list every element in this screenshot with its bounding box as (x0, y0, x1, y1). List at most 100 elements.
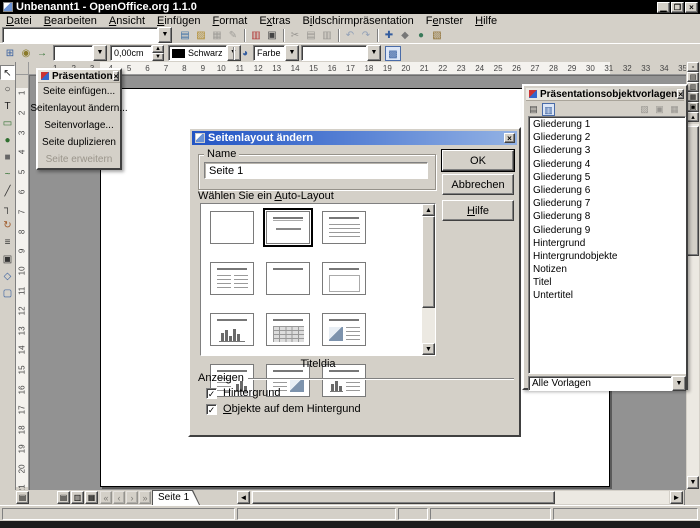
toolbox-item[interactable]: Seitenvorlage... (38, 117, 120, 134)
style-list-item[interactable]: Untertitel (531, 290, 685, 303)
url-dropdown-icon[interactable]: ▼ (158, 27, 172, 43)
style-list-item[interactable]: Gliederung 1 (531, 119, 685, 132)
style-list-item[interactable]: Gliederung 5 (531, 172, 685, 185)
style-list-item[interactable]: Notizen (531, 264, 685, 277)
fill-format-mode-icon[interactable]: ▨ (638, 103, 651, 116)
styles-panel-close-icon[interactable]: × (677, 89, 684, 99)
select-icon[interactable]: ↖ (0, 65, 15, 80)
ok-button[interactable]: OK (442, 150, 514, 171)
redo-icon[interactable]: ↷ (358, 28, 374, 43)
dialog-close-icon[interactable]: × (504, 133, 515, 143)
gallery-icon[interactable]: ▧ (429, 28, 445, 43)
menu-item[interactable]: Format (206, 14, 253, 27)
rectangle-icon[interactable]: ▭ (0, 116, 15, 131)
style-list-item[interactable]: Titel (531, 277, 685, 290)
horizontal-scrollbar-thumb[interactable] (252, 491, 555, 504)
drawing-view-icon[interactable]: ▤ (57, 491, 70, 504)
background-objects-checkbox[interactable]: ✓ (206, 404, 217, 415)
layout-title-spreadsheet[interactable] (263, 310, 313, 349)
vertical-scrollbar-thumb[interactable] (687, 126, 699, 256)
text-icon[interactable]: T (0, 99, 15, 114)
first-page-icon[interactable]: « (100, 491, 112, 504)
menu-item[interactable]: Bearbeiten (38, 14, 103, 27)
glue-points-icon[interactable]: ◉ (18, 46, 34, 61)
menu-item[interactable]: Fenster (420, 14, 469, 27)
fill-type-value[interactable]: Farbe (253, 45, 285, 61)
new-presentation-icon[interactable]: ▤ (177, 28, 193, 43)
last-page-icon[interactable]: » (139, 491, 151, 504)
layout-title-chart[interactable] (207, 310, 257, 349)
toolbox-item[interactable]: Seitenlayout ändern... (38, 100, 120, 117)
layout-title-box[interactable] (319, 259, 369, 298)
arrange-icon[interactable]: ▣ (0, 252, 15, 267)
presentation-box-icon[interactable]: ▢ (0, 286, 15, 301)
style-list-item[interactable]: Gliederung 9 (531, 225, 685, 238)
cancel-button[interactable]: Abbrechen (442, 174, 514, 195)
navigator-icon[interactable]: ✚ (381, 28, 397, 43)
background-checkbox[interactable]: ✓ (206, 388, 217, 399)
previous-page-icon[interactable]: ‹ (113, 491, 125, 504)
menu-item[interactable]: Hilfe (469, 14, 503, 27)
toolbox-title-bar[interactable]: Präsentation × (38, 70, 120, 83)
line-color-value[interactable]: Schwarz (168, 45, 227, 61)
corner-box-icon[interactable]: ▫ (687, 62, 699, 72)
close-button[interactable]: × (685, 2, 698, 13)
page-tab[interactable]: Seite 1 (152, 490, 200, 505)
float-button[interactable]: ❐ (671, 2, 684, 13)
save-document-icon[interactable]: ▦ (209, 28, 225, 43)
scroll-down-icon[interactable]: ▼ (687, 476, 699, 489)
zoom-icon[interactable]: ○ (0, 82, 15, 97)
export-pdf-icon[interactable]: ▥ (248, 28, 264, 43)
new-style-from-selection-icon[interactable]: ▣ (653, 103, 666, 116)
minimize-button[interactable]: ▁ (657, 2, 670, 13)
edit-points-icon[interactable]: ⊞ (2, 46, 18, 61)
menu-item[interactable]: Extras (253, 14, 296, 27)
open-document-icon[interactable]: ▨ (193, 28, 209, 43)
style-list-item[interactable]: Gliederung 7 (531, 198, 685, 211)
update-style-icon[interactable]: ▦ (668, 103, 681, 116)
layout-title-two-content[interactable] (207, 259, 257, 298)
style-list-item[interactable]: Gliederung 8 (531, 211, 685, 224)
zoom-icon[interactable]: ◆ (397, 28, 413, 43)
line-icon[interactable]: ╱ (0, 184, 15, 199)
toolbox-item[interactable]: Seite duplizieren (38, 134, 120, 151)
rotate-icon[interactable]: ↻ (0, 218, 15, 233)
hyperlink-icon[interactable]: ● (413, 28, 429, 43)
menu-item[interactable]: Datei (0, 14, 38, 27)
outline-view-icon[interactable]: ▥ (71, 491, 84, 504)
spin-up-icon[interactable]: ▲ (152, 45, 164, 53)
object3d-icon[interactable]: ■ (0, 150, 15, 165)
hscroll-right-icon[interactable]: ► (670, 491, 683, 504)
curve-icon[interactable]: ~ (0, 167, 15, 182)
fill-style-dropdown-icon[interactable]: ▼ (367, 45, 381, 61)
toolbox-close-icon[interactable]: × (113, 71, 120, 81)
name-input[interactable] (204, 162, 428, 179)
undo-icon[interactable]: ↶ (342, 28, 358, 43)
style-list-item[interactable]: Gliederung 4 (531, 159, 685, 172)
fill-type-dropdown-icon[interactable]: ▼ (285, 45, 299, 61)
menu-item[interactable]: Bildschirmpräsentation (297, 14, 420, 27)
layout-title-content[interactable] (319, 208, 369, 247)
dialog-title-bar[interactable]: Seitenlayout ändern × (192, 131, 517, 145)
help-button[interactable]: Hilfe (442, 200, 514, 221)
effects-icon[interactable]: ◇ (0, 269, 15, 284)
edit-document-icon[interactable]: ✎ (225, 28, 241, 43)
layout-scroll-up-icon[interactable]: ▲ (422, 204, 435, 216)
styles-filter-dropdown-icon[interactable]: ▼ (672, 376, 686, 391)
style-list-item[interactable]: Gliederung 3 (531, 145, 685, 158)
styles-panel-title-bar[interactable]: Präsentationsobjektvorlagen × (526, 88, 684, 101)
fill-style-value[interactable] (301, 45, 367, 61)
styles-filter-value[interactable]: Alle Vorlagen (528, 376, 672, 391)
style-list-item[interactable]: Hintergrundobjekte (531, 251, 685, 264)
layout-title-clipart-content[interactable] (319, 310, 369, 349)
line-width-value[interactable]: 0,00cm (110, 45, 152, 61)
cut-icon[interactable]: ✂ (287, 28, 303, 43)
paste-icon[interactable]: ▥ (319, 28, 335, 43)
scroll-up-icon[interactable]: ▴ (687, 112, 699, 122)
graphics-styles-icon[interactable]: ▤ (527, 103, 540, 116)
hscroll-left-icon[interactable]: ◄ (237, 491, 250, 504)
next-page-icon[interactable]: › (126, 491, 138, 504)
layout-scroll-down-icon[interactable]: ▼ (422, 343, 435, 355)
toolbox-item[interactable]: Seite einfügen... (38, 83, 120, 100)
spin-down-icon[interactable]: ▼ (152, 53, 164, 61)
